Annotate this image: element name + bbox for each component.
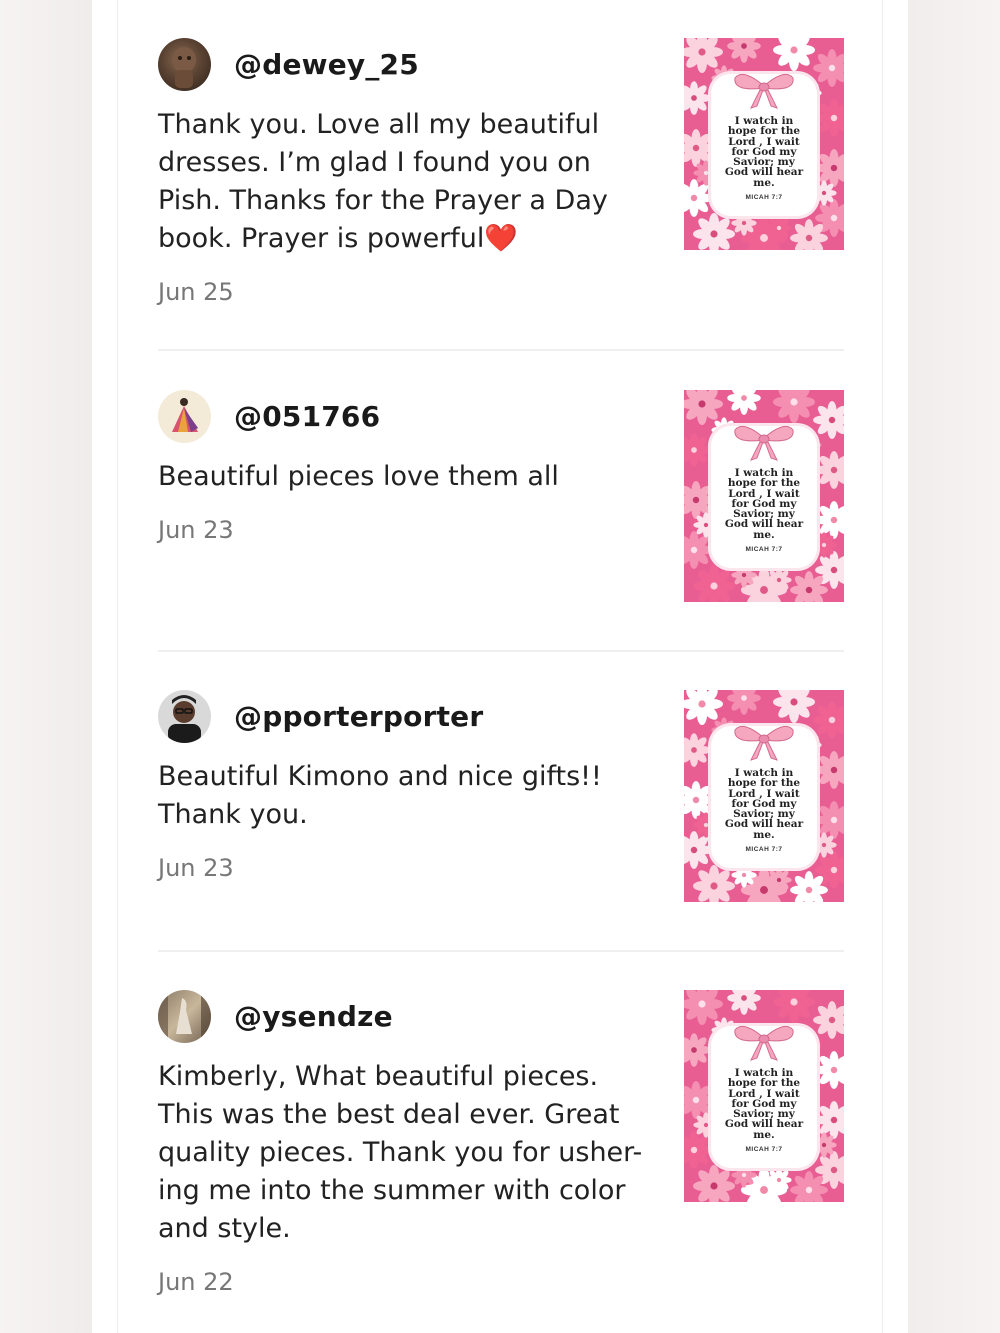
verse-card: I watch in hope for the Lord , I wait for G… (711, 73, 817, 216)
panel-border-left (117, 0, 118, 1333)
bow-icon (734, 725, 794, 761)
verse-line: me. (753, 528, 775, 541)
verse-reference: MICAH 7:7 (745, 546, 783, 553)
right-backdrop (908, 0, 1000, 1333)
carved-figure-avatar-icon (172, 47, 196, 88)
verse-text: I watch in hope for the Lord , I wait for G… (711, 116, 817, 189)
product-thumbnail[interactable]: I watch in hope for the Lord , I wait for G… (684, 990, 844, 1202)
review-item: @pporterporter Beautiful Kimono and nice… (158, 690, 844, 910)
verse-text: I watch in hope for the Lord , I wait for G… (711, 1068, 817, 1141)
avatar[interactable] (158, 690, 211, 743)
statue-photo-avatar-icon (158, 990, 211, 1043)
divider (158, 650, 844, 652)
verse-line: me. (753, 828, 775, 841)
verse-card: I watch in hope for the Lord , I wait for G… (711, 425, 817, 568)
verse-card: I watch in hope for the Lord , I wait for G… (711, 725, 817, 868)
review-text: Thank you. Love all my beautiful dresses… (158, 109, 608, 254)
review-item: @051766 Beautiful pieces love them all J… (158, 390, 844, 610)
dancer-illustration-avatar-icon (172, 398, 198, 432)
product-thumbnail[interactable]: I watch in hope for the Lord , I wait for G… (684, 690, 844, 902)
bow-icon (734, 1025, 794, 1061)
username[interactable]: @dewey_25 (234, 48, 419, 81)
review-item: @dewey_25 Thank you. Love all my beautif… (158, 38, 844, 318)
verse-text: I watch in hope for the Lord , I wait for G… (711, 768, 817, 841)
verse-line: me. (753, 1128, 775, 1141)
bow-icon (734, 73, 794, 109)
reviews-panel: @dewey_25 Thank you. Love all my beautif… (92, 0, 908, 1333)
username[interactable]: @pporterporter (234, 700, 483, 733)
avatar[interactable] (158, 390, 211, 443)
bow-icon (734, 425, 794, 461)
avatar[interactable] (158, 990, 211, 1043)
product-thumbnail[interactable]: I watch in hope for the Lord , I wait for G… (684, 38, 844, 250)
verse-text: I watch in hope for the Lord , I wait for G… (711, 468, 817, 541)
verse-reference: MICAH 7:7 (745, 846, 783, 853)
review-date: Jun 23 (158, 516, 234, 544)
verse-reference: MICAH 7:7 (745, 194, 783, 201)
avatar[interactable] (158, 38, 211, 91)
review-date: Jun 23 (158, 854, 234, 882)
review-text: Beautiful pieces love them all (158, 461, 559, 492)
username[interactable]: @051766 (234, 400, 380, 433)
verse-card: I watch in hope for the Lord , I wait for G… (711, 1025, 817, 1168)
verse-line: me. (753, 176, 775, 189)
panel-border-right (882, 0, 883, 1333)
review-date: Jun 22 (158, 1268, 234, 1296)
left-backdrop (0, 0, 92, 1333)
username[interactable]: @ysendze (234, 1000, 393, 1033)
woman-glasses-avatar-icon (168, 695, 201, 743)
product-thumbnail[interactable]: I watch in hope for the Lord , I wait for G… (684, 390, 844, 602)
divider (158, 950, 844, 952)
review-item: @ysendze Kimberly, What beautiful pieces… (158, 990, 844, 1310)
review-text: Kimberly, What beautiful pieces. This wa… (158, 1061, 643, 1244)
review-date: Jun 25 (158, 278, 234, 306)
review-text: Beautiful Kimono and nice gifts!! Thank … (158, 761, 602, 830)
verse-reference: MICAH 7:7 (745, 1146, 783, 1153)
divider (158, 349, 844, 351)
